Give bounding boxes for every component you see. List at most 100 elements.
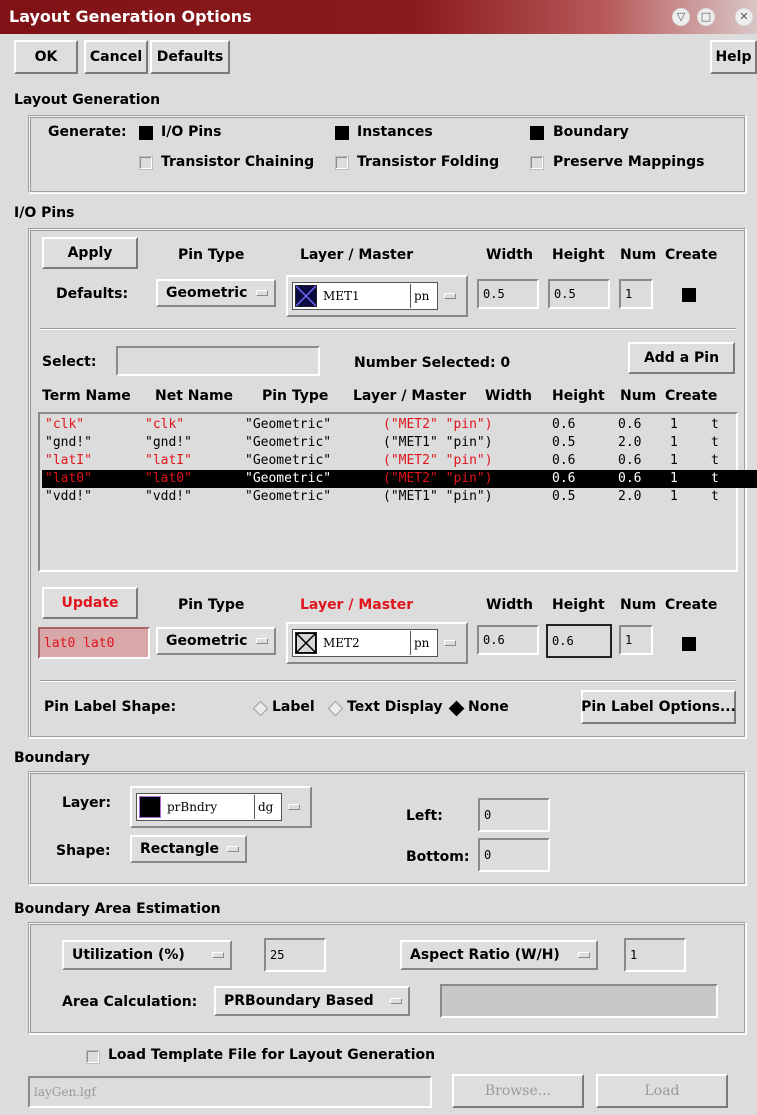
- area-calculation-select[interactable]: PRBoundary Based: [214, 986, 410, 1016]
- default-width-input[interactable]: 0.5: [477, 279, 539, 309]
- apply-button[interactable]: Apply: [42, 237, 138, 269]
- aspect-ratio-select[interactable]: Aspect Ratio (W/H): [400, 940, 598, 970]
- help-button[interactable]: Help: [710, 40, 757, 74]
- table-row[interactable]: "vdd!" "vdd!" "Geometric" ("MET1" "pin") 0.5…: [42, 488, 757, 506]
- table-row[interactable]: "lat0" "lat0" "Geometric" ("MET2" "pin") 0.6…: [42, 470, 757, 488]
- template-file-input[interactable]: layGen.lgf: [28, 1076, 432, 1108]
- update-height-header: Height: [552, 597, 605, 613]
- boundary-layer-select[interactable]: prBndry dg: [130, 786, 312, 828]
- transistor-folding-checkbox[interactable]: [335, 156, 349, 170]
- update-width-header: Width: [486, 597, 533, 613]
- defaults-button[interactable]: Defaults: [150, 40, 230, 74]
- transistor-chaining-checkbox[interactable]: [139, 156, 153, 170]
- left-label: Left:: [406, 808, 443, 824]
- cell-height: 0.6: [618, 417, 642, 432]
- default-layer-select[interactable]: MET1 pn: [286, 275, 468, 317]
- estimation-heading: Boundary Area Estimation: [14, 901, 221, 917]
- number-selected-text: Number Selected: 0: [354, 355, 511, 371]
- update-layer-field[interactable]: MET2 pn: [292, 629, 438, 657]
- instances-checkbox[interactable]: [335, 126, 349, 140]
- layer-master-col-header: Layer / Master: [353, 388, 467, 404]
- boundary-layer-label: Layer:: [62, 795, 112, 811]
- boundary-option-label: Boundary: [553, 124, 629, 140]
- table-row[interactable]: "gnd!" "gnd!" "Geometric" ("MET1" "pin") 0.5…: [42, 434, 757, 452]
- update-width-input[interactable]: 0.6: [477, 625, 539, 655]
- select-input[interactable]: [116, 346, 320, 376]
- cell-num: 1: [670, 489, 678, 504]
- default-height-input[interactable]: 0.5: [548, 279, 610, 309]
- cell-net: "gnd!": [145, 435, 192, 450]
- cell-term: "latI": [45, 453, 92, 468]
- update-layer-select[interactable]: MET2 pn: [286, 622, 468, 664]
- add-pin-button[interactable]: Add a Pin: [628, 342, 735, 374]
- net-name-header: Net Name: [155, 388, 234, 404]
- cell-term: "lat0": [45, 471, 92, 486]
- update-height-input[interactable]: 0.6: [546, 624, 612, 658]
- cell-num: 1: [670, 471, 678, 486]
- generate-label: Generate:: [48, 124, 127, 140]
- cell-type: "Geometric": [245, 453, 332, 468]
- cell-term: "gnd!": [45, 435, 92, 450]
- cell-layer: ("MET1" "pin"): [383, 489, 493, 504]
- cell-width: 0.5: [552, 435, 576, 450]
- load-template-checkbox[interactable]: [86, 1050, 100, 1064]
- num-col-header: Num: [620, 388, 657, 404]
- cancel-button[interactable]: Cancel: [84, 40, 148, 74]
- select-label: Select:: [42, 354, 97, 370]
- browse-button[interactable]: Browse...: [452, 1074, 584, 1108]
- boundary-layer-name: prBndry: [167, 800, 218, 814]
- default-layer-name: MET1: [323, 289, 360, 303]
- bottom-input[interactable]: 0: [478, 838, 550, 872]
- utilization-input[interactable]: 25: [264, 938, 326, 972]
- close-icon[interactable]: ✕: [735, 8, 753, 26]
- cell-create: t: [711, 453, 719, 468]
- table-row[interactable]: "clk" "clk" "Geometric" ("MET2" "pin") 0.6 0.…: [42, 416, 757, 434]
- area-calculation-label: Area Calculation:: [62, 994, 198, 1010]
- load-button[interactable]: Load: [596, 1074, 728, 1108]
- title-bar[interactable]: Layout Generation Options ▽ □ ✕: [0, 0, 757, 34]
- ok-button[interactable]: OK: [14, 40, 78, 74]
- divider: [40, 680, 736, 682]
- divider: [40, 328, 736, 330]
- aspect-ratio-input[interactable]: 1: [624, 938, 686, 972]
- cell-num: 1: [670, 417, 678, 432]
- cell-num: 1: [670, 435, 678, 450]
- maximize-icon[interactable]: □: [697, 8, 715, 26]
- preserve-mappings-checkbox[interactable]: [530, 156, 544, 170]
- dropdown-icon: [256, 290, 268, 296]
- cell-num: 1: [670, 453, 678, 468]
- utilization-select[interactable]: Utilization (%): [62, 940, 232, 970]
- transistor-chaining-label: Transistor Chaining: [161, 154, 315, 170]
- term-name-header: Term Name: [42, 388, 131, 404]
- update-layer-purpose: pn: [410, 631, 429, 655]
- dropdown-icon: [444, 293, 456, 299]
- pin-label-options-button[interactable]: Pin Label Options...: [581, 690, 736, 724]
- default-layer-field[interactable]: MET1 pn: [292, 282, 438, 310]
- default-pin-type-select[interactable]: Geometric: [156, 279, 276, 307]
- update-pin-type-select[interactable]: Geometric: [156, 627, 276, 655]
- minimize-icon[interactable]: ▽: [672, 8, 690, 26]
- cell-width: 0.6: [552, 471, 576, 486]
- update-button[interactable]: Update: [42, 587, 138, 619]
- shape-select[interactable]: Rectangle: [130, 835, 247, 863]
- cell-type: "Geometric": [245, 489, 332, 504]
- default-pin-type-value: Geometric: [166, 285, 248, 301]
- window-title: Layout Generation Options: [9, 7, 252, 26]
- left-input[interactable]: 0: [478, 798, 550, 832]
- update-layer-master-header: Layer / Master: [300, 597, 414, 613]
- default-create-checkbox[interactable]: [682, 288, 696, 302]
- default-num-input[interactable]: 1: [619, 279, 653, 309]
- update-create-checkbox[interactable]: [682, 637, 696, 651]
- table-row[interactable]: "latI" "latI" "Geometric" ("MET2" "pin") 0.6…: [42, 452, 757, 470]
- update-num-input[interactable]: 1: [619, 625, 653, 655]
- num-header: Num: [620, 247, 657, 263]
- cell-net: "clk": [145, 417, 185, 432]
- cell-type: "Geometric": [245, 471, 332, 486]
- aspect-ratio-label: Aspect Ratio (W/H): [410, 947, 560, 963]
- io-pins-checkbox[interactable]: [139, 126, 153, 140]
- boundary-layer-field[interactable]: prBndry dg: [136, 793, 282, 821]
- pin-table[interactable]: "clk" "clk" "Geometric" ("MET2" "pin") 0.6 0.…: [38, 412, 757, 572]
- area-value-input[interactable]: [440, 984, 718, 1018]
- boundary-checkbox[interactable]: [530, 126, 544, 140]
- cell-height: 2.0: [618, 435, 642, 450]
